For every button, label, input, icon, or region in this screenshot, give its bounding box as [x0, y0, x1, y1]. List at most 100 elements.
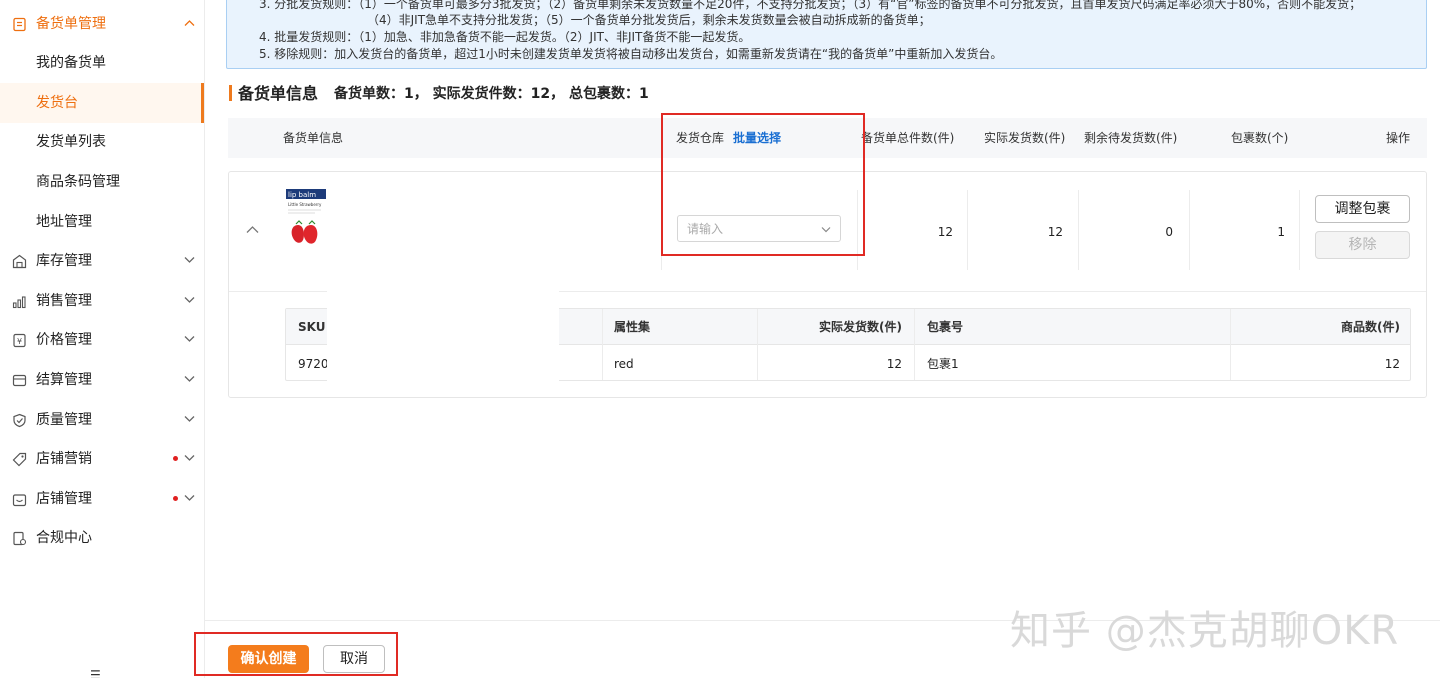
total-count: 12	[937, 225, 953, 239]
chevron-up-icon	[184, 20, 195, 26]
product-image: lip balm Little Strawberry	[285, 188, 327, 250]
sidebar-group-label: 店铺营销	[36, 451, 92, 467]
attr-header: 属性集	[614, 320, 651, 334]
sidebar-group-marketing[interactable]: 店铺营销	[0, 439, 204, 479]
sales-chart-icon	[12, 296, 26, 309]
header-warehouse: 发货仓库	[676, 131, 725, 145]
sidebar-group-label: 质量管理	[36, 412, 92, 428]
header-remaining: 剩余待发货数(件)	[1084, 131, 1178, 145]
section-stats: 备货单数：1， 实际发货件数：12， 总包裹数：1	[334, 86, 649, 102]
sidebar-group-stock-order[interactable]: 备货单管理	[0, 4, 204, 44]
header-total: 备货单总件数(件)	[861, 131, 955, 145]
remaining-count: 0	[1165, 225, 1173, 239]
batch-select-link[interactable]: 批量选择	[733, 130, 781, 146]
adjust-package-button[interactable]: 调整包裹	[1315, 195, 1410, 223]
wallet-icon	[12, 374, 27, 387]
package-no-header: 包裹号	[927, 320, 964, 334]
warehouse-select-placeholder: 请输入	[687, 222, 724, 236]
column-divider	[661, 190, 662, 270]
chevron-down-icon	[184, 376, 195, 382]
sidebar-group-label: 库存管理	[36, 253, 92, 269]
sidebar-item-label: 发货台	[36, 95, 78, 111]
sidebar-group-sales[interactable]: 销售管理	[0, 281, 204, 321]
chevron-down-icon	[184, 257, 195, 263]
goods-count-header: 商品数(件)	[1341, 320, 1400, 334]
cancel-button[interactable]: 取消	[323, 645, 385, 673]
shield-check-icon	[13, 413, 26, 428]
sidebar-group-inventory[interactable]: 库存管理	[0, 241, 204, 281]
sidebar-group-settlement[interactable]: 结算管理	[0, 360, 204, 400]
attr-value: red	[614, 357, 634, 371]
actual-header: 实际发货数(件)	[819, 320, 902, 334]
warehouse-icon	[12, 254, 27, 269]
column-divider	[967, 190, 968, 270]
sidebar-group-label: 合规中心	[36, 530, 92, 546]
sku-header: SKU	[298, 320, 326, 334]
header-order-info: 备货单信息	[283, 131, 344, 145]
column-divider	[857, 190, 858, 270]
sidebar-group-price[interactable]: ¥ 价格管理	[0, 320, 204, 360]
sidebar-item-label: 发货单列表	[36, 134, 106, 150]
sidebar-group-compliance[interactable]: 合规中心	[0, 518, 204, 558]
compliance-doc-icon	[13, 531, 27, 546]
goods-count-value: 12	[1384, 357, 1400, 371]
header-actual: 实际发货数(件)	[984, 131, 1066, 145]
sidebar-group-store[interactable]: 店铺管理	[0, 479, 204, 519]
marketing-tag-icon	[12, 452, 27, 467]
section-accent-bar	[229, 85, 232, 101]
chevron-down-icon	[821, 227, 831, 233]
sidebar-item-address[interactable]: 地址管理	[0, 202, 204, 242]
rules-notice: 3. 分批发货规则：（1）一个备货单可最多分3批发货；（2）备货单剩余未发货数量…	[226, 0, 1427, 69]
product-thumbnail: lip balm Little Strawberry	[285, 188, 327, 250]
sidebar-group-label: 结算管理	[36, 372, 92, 388]
watermark: 知乎 @杰克胡聊OKR	[1010, 608, 1400, 654]
sidebar-item-label: 我的备货单	[36, 55, 106, 71]
sidebar-item-shipping-list[interactable]: 发货单列表	[0, 122, 204, 162]
chevron-up-icon[interactable]	[246, 225, 259, 234]
product-image-sublabel: Little Strawberry	[288, 202, 322, 207]
column-divider	[914, 309, 915, 380]
store-icon	[12, 494, 27, 507]
column-divider	[602, 309, 603, 380]
order-list-icon	[13, 17, 26, 32]
chevron-down-icon	[184, 336, 195, 342]
redacted-area	[327, 288, 559, 384]
section-title: 备货单信息	[238, 84, 319, 103]
collapse-menu-icon[interactable]: ☰	[90, 668, 101, 678]
column-divider	[1299, 190, 1300, 270]
sidebar-item-label: 地址管理	[36, 214, 92, 230]
table-header: 备货单信息 发货仓库 批量选择 备货单总件数(件) 实际发货数(件) 剩余待发货…	[228, 118, 1427, 158]
product-image-label: lip balm	[288, 191, 316, 199]
table-row: lip balm Little Strawberry 请输入 12 12 0 1…	[228, 171, 1427, 398]
sidebar-item-my-stock-orders[interactable]: 我的备货单	[0, 43, 204, 83]
sidebar-group-label: 备货单管理	[36, 16, 106, 32]
remove-button[interactable]: 移除	[1315, 231, 1410, 259]
header-actions: 操作	[1386, 131, 1411, 145]
package-no-value: 包裹1	[927, 357, 959, 371]
chevron-down-icon	[184, 297, 195, 303]
sidebar-item-barcode[interactable]: 商品条码管理	[0, 162, 204, 202]
svg-text:¥: ¥	[17, 337, 22, 346]
sidebar-item-shipping-desk[interactable]: 发货台	[0, 83, 204, 123]
sidebar-group-label: 店铺管理	[36, 491, 92, 507]
chevron-down-icon	[184, 455, 195, 461]
sku-value: 9720	[298, 357, 329, 371]
sidebar-group-quality[interactable]: 质量管理	[0, 400, 204, 440]
actual-count: 12	[1047, 225, 1063, 239]
package-count: 1	[1277, 225, 1285, 239]
confirm-create-button[interactable]: 确认创建	[228, 645, 309, 673]
header-packages: 包裹数(个)	[1231, 131, 1289, 145]
sidebar-item-label: 商品条码管理	[36, 174, 120, 190]
notification-dot	[173, 496, 178, 501]
notice-line: 5. 移除规则：加入发货台的备货单，超过1小时未创建发货单发货将被自动移出发货台…	[259, 47, 1003, 61]
chevron-down-icon	[184, 495, 195, 501]
sidebar-group-label: 价格管理	[36, 332, 92, 348]
column-divider	[1078, 190, 1079, 270]
price-tag-icon: ¥	[13, 333, 26, 348]
notification-dot	[173, 456, 178, 461]
sidebar: 备货单管理 我的备货单 发货台 发货单列表 商品条码管理 地址管理 库存管理 销…	[0, 0, 205, 678]
warehouse-select[interactable]: 请输入	[677, 215, 841, 242]
chevron-down-icon	[184, 416, 195, 422]
column-divider	[1189, 190, 1190, 270]
actual-value: 12	[886, 357, 902, 371]
